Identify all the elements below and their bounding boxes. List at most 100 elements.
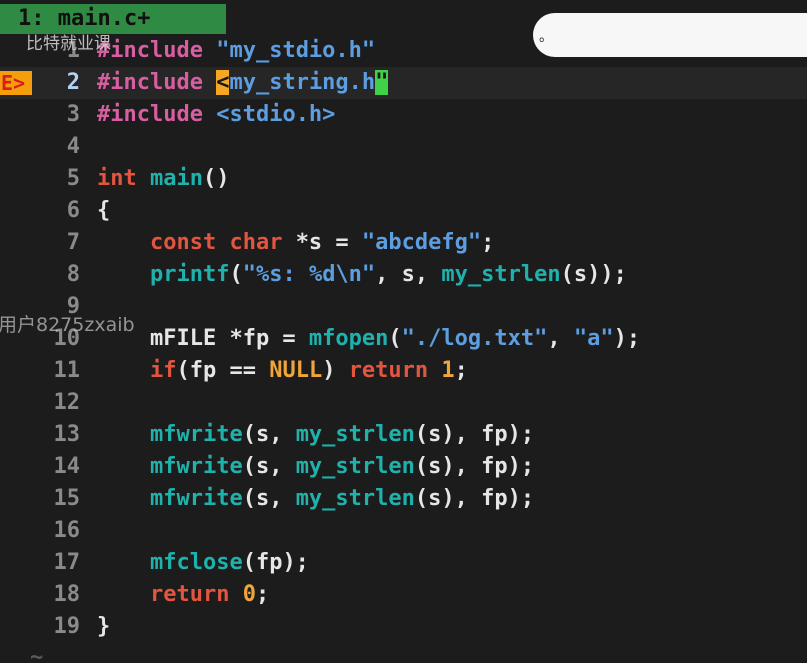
code-line[interactable]: 18 return 0; bbox=[0, 579, 807, 611]
code-token: printf bbox=[149, 262, 230, 287]
code-token: ) bbox=[322, 358, 349, 383]
line-number: 18 bbox=[53, 582, 81, 607]
line-source: mfwrite(s, my_strlen(s), fp); bbox=[97, 451, 534, 483]
code-line[interactable]: 16 bbox=[0, 515, 807, 547]
line-source: { bbox=[97, 195, 110, 227]
code-token: return bbox=[348, 358, 442, 383]
line-number: 5 bbox=[66, 166, 80, 191]
code-token: #include bbox=[97, 70, 217, 95]
code-line[interactable]: 11 if(fp == NULL) return 1; bbox=[0, 355, 807, 387]
code-token: mfwrite bbox=[149, 422, 243, 447]
code-line[interactable]: 14 mfwrite(s, my_strlen(s), fp); bbox=[0, 451, 807, 483]
line-number: 13 bbox=[53, 422, 81, 447]
code-token: mfwrite bbox=[149, 486, 243, 511]
line-number: 4 bbox=[66, 134, 80, 159]
line-source: if(fp == NULL) return 1; bbox=[97, 355, 468, 387]
code-token: 0 bbox=[242, 582, 256, 607]
code-token: (s), fp); bbox=[414, 486, 535, 511]
line-number: 19 bbox=[53, 614, 81, 639]
code-token: (s, bbox=[242, 486, 296, 511]
line-source: int main() bbox=[97, 163, 229, 195]
line-source: mfwrite(s, my_strlen(s), fp); bbox=[97, 483, 534, 515]
line-source: printf("%s: %d\n", s, my_strlen(s)); bbox=[97, 259, 627, 291]
code-token: "a" bbox=[573, 326, 614, 351]
code-token: ); bbox=[613, 326, 641, 351]
line-number: 14 bbox=[53, 454, 81, 479]
code-token: { bbox=[97, 198, 111, 223]
editor-buffer[interactable]: 1 #include "my_stdio.h" E> 2 #include <my_st… bbox=[0, 35, 807, 643]
code-line[interactable]: 6{ bbox=[0, 195, 807, 227]
code-token: ; bbox=[454, 358, 468, 383]
code-token: "abcdefg" bbox=[361, 230, 482, 255]
code-token: return bbox=[149, 582, 243, 607]
code-token: ( bbox=[229, 262, 243, 287]
code-line[interactable]: 12 bbox=[0, 387, 807, 419]
code-token: #include bbox=[97, 102, 217, 127]
line-number: 11 bbox=[53, 358, 81, 383]
code-line[interactable]: 3 #include <stdio.h> bbox=[0, 99, 807, 131]
tab-label: 1: main.c+ bbox=[18, 6, 151, 31]
code-token: #include bbox=[97, 38, 217, 63]
code-token: NULL bbox=[269, 358, 323, 383]
code-token: ; bbox=[481, 230, 495, 255]
code-line[interactable]: 7 const char *s = "abcdefg"; bbox=[0, 227, 807, 259]
code-token: } bbox=[97, 614, 111, 639]
code-token: main bbox=[149, 166, 203, 191]
watermark-top: 比特就业课 bbox=[26, 34, 111, 54]
line-number: 17 bbox=[53, 550, 81, 575]
code-token: (fp); bbox=[242, 550, 309, 575]
line-source: return 0; bbox=[97, 579, 269, 611]
code-line[interactable]: 8 printf("%s: %d\n", s, my_strlen(s)); bbox=[0, 259, 807, 291]
line-source: #include <my_string.h" bbox=[97, 67, 389, 99]
code-token: mfclose bbox=[149, 550, 243, 575]
line-source: mfwrite(s, my_strlen(s), fp); bbox=[97, 419, 534, 451]
line-source: } bbox=[97, 611, 110, 643]
code-token: my_string.h bbox=[229, 70, 376, 95]
code-line[interactable]: 1 #include "my_stdio.h" bbox=[0, 35, 807, 67]
code-token: "%s: %d\n" bbox=[242, 262, 376, 287]
watermark-user: 用户8275zxaib bbox=[0, 314, 135, 336]
code-token: , bbox=[547, 326, 574, 351]
code-token: (fp == bbox=[176, 358, 270, 383]
code-token: ( bbox=[388, 326, 402, 351]
code-token: "./log.txt" bbox=[401, 326, 548, 351]
line-number: 12 bbox=[53, 390, 81, 415]
code-token: mfopen bbox=[308, 326, 389, 351]
code-token: () bbox=[202, 166, 230, 191]
line-number: 2 bbox=[66, 70, 80, 95]
line-source: mfclose(fp); bbox=[97, 547, 309, 579]
code-line[interactable]: 19} bbox=[0, 611, 807, 643]
code-line[interactable]: 4 bbox=[0, 131, 807, 163]
code-token: (s, bbox=[242, 454, 296, 479]
code-token: my_strlen bbox=[295, 486, 415, 511]
line-number: 3 bbox=[66, 102, 80, 127]
code-line[interactable]: 15 mfwrite(s, my_strlen(s), fp); bbox=[0, 483, 807, 515]
code-token: mfwrite bbox=[149, 454, 243, 479]
code-token: "my_stdio.h" bbox=[216, 38, 376, 63]
code-token: (s, bbox=[242, 422, 296, 447]
code-token: ; bbox=[255, 582, 270, 607]
line-source: mFILE *fp = mfopen("./log.txt", "a"); bbox=[97, 323, 640, 355]
code-token: my_strlen bbox=[441, 262, 561, 287]
line-number: 8 bbox=[66, 262, 80, 287]
code-token: (s)); bbox=[560, 262, 627, 287]
code-token: < bbox=[216, 70, 230, 95]
code-token: (s), fp); bbox=[414, 454, 535, 479]
code-token: if bbox=[149, 358, 177, 383]
code-line[interactable]: 5 int main() bbox=[0, 163, 807, 195]
code-line[interactable]: 17 mfclose(fp); bbox=[0, 547, 807, 579]
line-number: 16 bbox=[53, 518, 81, 543]
eof-tilde: ~ bbox=[30, 645, 44, 663]
code-token: " bbox=[375, 70, 389, 95]
code-token: <stdio.h> bbox=[216, 102, 336, 127]
code-line[interactable]: E> 2 #include <my_string.h" bbox=[0, 67, 807, 99]
code-line[interactable]: 13 mfwrite(s, my_strlen(s), fp); bbox=[0, 419, 807, 451]
code-token: my_strlen bbox=[295, 422, 415, 447]
